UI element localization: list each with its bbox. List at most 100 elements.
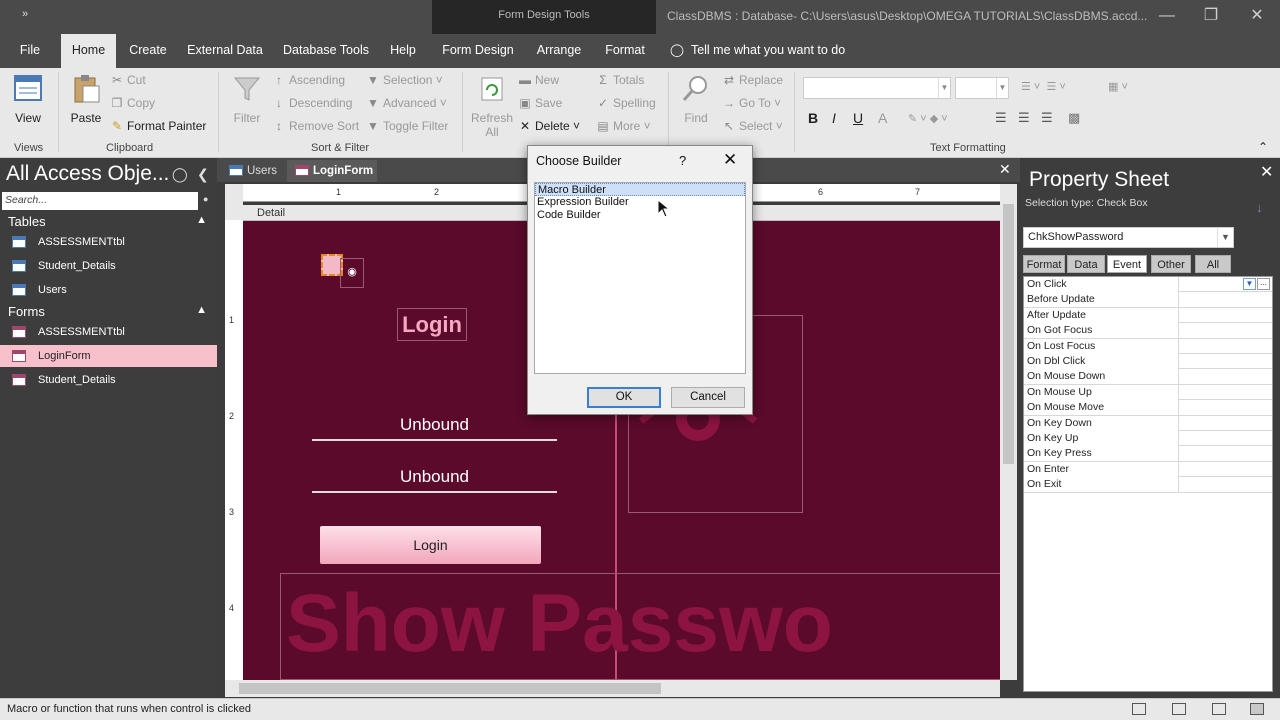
- cancel-button[interactable]: Cancel: [671, 387, 745, 408]
- property-row[interactable]: On Mouse Up: [1024, 384, 1272, 401]
- chevron-down-icon[interactable]: ▼: [1243, 278, 1256, 290]
- property-row[interactable]: On Dbl Click: [1024, 354, 1272, 370]
- align-center-icon[interactable]: ☰: [1018, 110, 1030, 126]
- highlight-icon[interactable]: ✎ ˅ ◆ ˅: [908, 112, 948, 125]
- nav-item-form-selected[interactable]: LoginForm: [0, 345, 217, 367]
- password-textbox[interactable]: Unbound: [312, 467, 557, 493]
- property-sheet-close-icon[interactable]: ✕: [1260, 162, 1273, 182]
- select-button[interactable]: ↖ Select ˅: [722, 119, 783, 133]
- property-value[interactable]: [1180, 354, 1272, 369]
- nav-item-form[interactable]: ASSESSMENTtbl: [0, 321, 217, 343]
- property-row[interactable]: On Key Press: [1024, 446, 1272, 462]
- bold-button[interactable]: B: [808, 110, 818, 126]
- option-code-builder[interactable]: Code Builder: [535, 209, 745, 222]
- gridlines-icon[interactable]: ▦ ˅: [1108, 80, 1128, 93]
- sort-icon[interactable]: ↓: [1256, 200, 1263, 215]
- filter-button[interactable]: Filter: [228, 74, 266, 125]
- tab-form-design[interactable]: Form Design: [438, 34, 518, 68]
- object-selector[interactable]: ChkShowPassword ▼: [1023, 227, 1234, 248]
- close-document-icon[interactable]: ✕: [999, 161, 1011, 178]
- refresh-all-button[interactable]: Refresh All: [470, 74, 514, 139]
- new-record-button[interactable]: ▬ New: [518, 73, 559, 87]
- property-value[interactable]: [1180, 477, 1272, 492]
- ok-button[interactable]: OK: [587, 387, 661, 408]
- scroll-thumb[interactable]: [1003, 204, 1014, 464]
- design-view-icon[interactable]: [1250, 703, 1264, 715]
- italic-button[interactable]: I: [832, 110, 836, 126]
- quick-access-toolbar-icon[interactable]: »: [22, 8, 28, 20]
- tab-all[interactable]: All: [1195, 255, 1231, 273]
- align-left-icon[interactable]: ☰: [995, 110, 1007, 126]
- option-expression-builder[interactable]: Expression Builder: [535, 196, 745, 209]
- scroll-thumb[interactable]: [239, 683, 661, 694]
- property-value[interactable]: [1180, 323, 1272, 338]
- replace-button[interactable]: ⇄ Replace: [722, 73, 783, 87]
- tab-format[interactable]: Format: [598, 34, 652, 68]
- tab-external-data[interactable]: External Data: [182, 34, 268, 68]
- property-row[interactable]: On Mouse Down: [1024, 369, 1272, 385]
- property-value[interactable]: [1180, 369, 1272, 384]
- view-button[interactable]: View: [8, 74, 48, 125]
- tab-help[interactable]: Help: [382, 34, 424, 68]
- increase-list-icon[interactable]: ☰ ˅ ☰ ˅: [1021, 80, 1066, 93]
- tab-home[interactable]: Home: [61, 34, 116, 68]
- property-value[interactable]: [1180, 308, 1272, 323]
- nav-search-input[interactable]: Search...: [2, 192, 198, 210]
- doc-tab-users[interactable]: Users: [221, 160, 287, 182]
- collapse-ribbon-icon[interactable]: ⌃: [1258, 140, 1268, 154]
- dialog-close-icon[interactable]: ✕: [723, 150, 737, 170]
- property-row[interactable]: After Update: [1024, 307, 1272, 324]
- nav-item-form[interactable]: Student_Details: [0, 369, 217, 391]
- toggle-filter-button[interactable]: ▼ Toggle Filter: [366, 119, 448, 133]
- option-macro-builder[interactable]: Macro Builder: [535, 183, 745, 196]
- login-button[interactable]: Login: [320, 526, 541, 564]
- more-button[interactable]: ▤ More ˅: [596, 119, 650, 133]
- font-color-button[interactable]: A: [878, 110, 887, 126]
- underline-button[interactable]: U: [853, 110, 863, 126]
- form-view-icon[interactable]: [1132, 703, 1146, 715]
- nav-title[interactable]: All Access Obje...: [6, 162, 169, 186]
- nav-menu-icon[interactable]: ◯: [172, 166, 188, 183]
- paste-button[interactable]: Paste: [68, 74, 104, 125]
- property-value[interactable]: [1180, 462, 1272, 477]
- property-value[interactable]: [1180, 292, 1272, 307]
- property-row[interactable]: On Enter: [1024, 461, 1272, 478]
- property-value[interactable]: [1180, 446, 1272, 461]
- property-row[interactable]: On Key Down: [1024, 415, 1272, 431]
- tab-format[interactable]: Format: [1023, 255, 1065, 273]
- login-title-label[interactable]: Login: [397, 308, 467, 341]
- property-row[interactable]: On Click ▼...: [1024, 277, 1272, 293]
- tab-other[interactable]: Other: [1151, 255, 1191, 273]
- restore-icon[interactable]: ❐: [1196, 4, 1226, 28]
- show-password-label[interactable]: Show Passwo: [280, 573, 1000, 680]
- tab-database-tools[interactable]: Database Tools: [276, 34, 376, 68]
- save-record-button[interactable]: ▣ Save: [518, 96, 562, 110]
- tab-file[interactable]: File: [8, 34, 52, 68]
- cut-button[interactable]: ✂ Cut: [110, 73, 146, 87]
- property-value[interactable]: [1180, 339, 1272, 354]
- username-textbox[interactable]: Unbound: [312, 415, 557, 441]
- layout-view-icon[interactable]: [1212, 703, 1226, 715]
- tab-arrange[interactable]: Arrange: [530, 34, 588, 68]
- property-value[interactable]: [1180, 431, 1272, 446]
- minimize-icon[interactable]: —: [1152, 4, 1182, 28]
- vertical-scrollbar[interactable]: [1000, 184, 1017, 680]
- property-value[interactable]: [1180, 400, 1272, 415]
- descending-button[interactable]: ↓ Descending: [272, 96, 352, 110]
- property-value[interactable]: [1180, 416, 1272, 431]
- align-right-icon[interactable]: ☰: [1041, 110, 1053, 126]
- copy-button[interactable]: ❐ Copy: [110, 96, 155, 110]
- tab-create[interactable]: Create: [121, 34, 175, 68]
- search-icon[interactable]: ●: [203, 194, 208, 204]
- totals-button[interactable]: Σ Totals: [596, 73, 644, 87]
- property-row[interactable]: On Exit: [1024, 477, 1272, 493]
- datasheet-view-icon[interactable]: [1172, 703, 1186, 715]
- ruler-corner[interactable]: [225, 184, 243, 220]
- ascending-button[interactable]: ↑ Ascending: [272, 73, 345, 87]
- property-row[interactable]: On Got Focus: [1024, 323, 1272, 339]
- vertical-ruler[interactable]: 1 2 3 4: [225, 220, 243, 680]
- property-row[interactable]: Before Update: [1024, 292, 1272, 308]
- go-to-button[interactable]: → Go To ˅: [722, 96, 781, 110]
- property-value[interactable]: ▼...: [1180, 277, 1272, 292]
- property-row[interactable]: On Mouse Move: [1024, 400, 1272, 416]
